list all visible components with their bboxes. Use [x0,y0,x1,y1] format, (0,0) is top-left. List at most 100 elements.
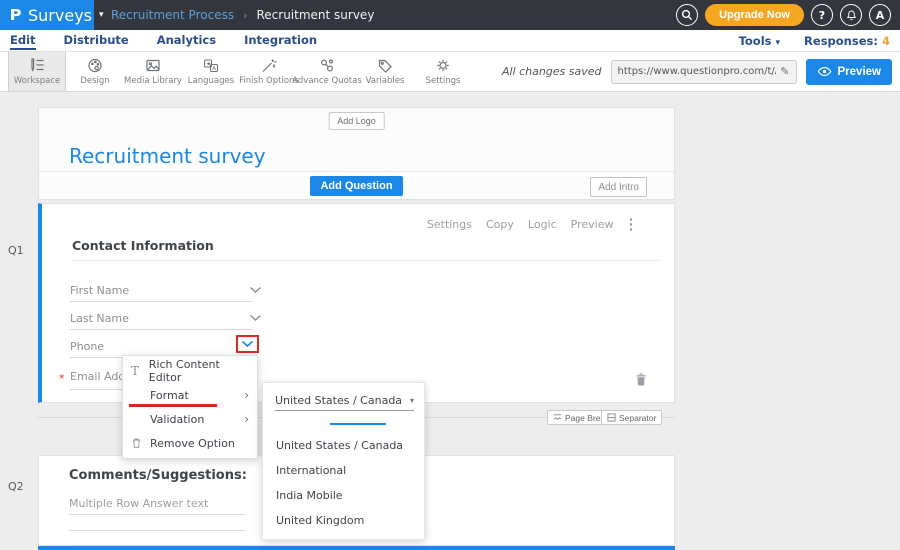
menu-item-format[interactable]: Format › [123,383,257,407]
required-asterisk: * [59,372,65,385]
phone-options-chevron-annotation[interactable] [236,335,259,353]
links-icon [318,57,336,74]
survey-title[interactable]: Recruitment survey [69,144,266,168]
menu-item-rich-content-editor[interactable]: T Rich Content Editor [123,359,257,383]
palette-icon [86,57,104,74]
surveys-menu[interactable]: P Surveys ▾ [0,0,94,30]
breadcrumb: Recruitment Process › Recruitment survey [111,0,374,30]
toolbar-item-media-library[interactable]: Media Library [124,52,182,91]
question-copy-link[interactable]: Copy [486,218,514,231]
preview-button[interactable]: Preview [806,59,892,85]
save-status: All changes saved [502,65,602,78]
wand-icon [260,57,278,74]
tab-analytics[interactable]: Analytics [157,31,216,50]
tag-icon [376,57,394,74]
field-underline [70,329,252,330]
tab-distribute[interactable]: Distribute [64,31,129,50]
toolbar-item-languages[interactable]: ★A Languages [182,52,240,91]
responses-link[interactable]: Responses: 4 [804,34,890,48]
text-format-icon: T [131,364,149,378]
separator-button[interactable]: Separator [601,410,662,425]
toolbar-item-workspace[interactable]: Workspace [8,52,66,91]
submenu-chevron-icon: › [244,388,249,402]
field-underline [70,301,252,302]
menu-item-remove-option[interactable]: Remove Option [123,431,257,455]
toolbar-item-design[interactable]: Design [66,52,124,91]
translate-icon: ★A [202,57,220,74]
help-icon[interactable]: ? [811,4,833,26]
survey-editor-canvas: Add Logo Recruitment survey Add Question… [0,92,900,550]
question-title-q1[interactable]: Contact Information [72,238,214,253]
survey-url-field: ✎ [611,60,797,84]
field-options-chevron-icon[interactable] [249,314,262,322]
separator-icon [607,413,616,422]
edit-url-icon[interactable]: ✎ [780,65,789,78]
responses-count: 4 [882,34,890,48]
breadcrumb-separator-icon: › [243,9,247,22]
workspace-icon [28,57,46,74]
active-tab-indicator [330,423,386,425]
tools-dropdown[interactable]: Tools ▾ [739,34,780,48]
toolbar-item-variables[interactable]: Variables [356,52,414,91]
chevron-down-icon: ▾ [410,397,414,405]
format-submenu-panel: United States / Canada ▾ United States /… [262,382,425,540]
field-label-first-name[interactable]: First Name [70,284,129,297]
divider [72,260,659,261]
top-bar: P Surveys ▾ Recruitment Process › Recrui… [0,0,900,30]
search-icon[interactable] [676,4,698,26]
survey-nav: Edit Distribute Analytics Integration To… [0,30,900,52]
chevron-down-icon: ▾ [776,38,781,48]
chevron-down-icon: ▾ [99,11,104,20]
field-options-context-menu: T Rich Content Editor Format › Validatio… [122,355,258,459]
format-select[interactable]: United States / Canada ▾ [275,391,414,411]
multirow-answer-placeholder[interactable]: Multiple Row Answer text [69,497,208,510]
breadcrumb-current: Recruitment survey [256,8,374,22]
format-option-united-kingdom[interactable]: United Kingdom [263,508,424,533]
add-logo-button[interactable]: Add Logo [328,112,385,130]
chevron-down-icon [241,340,254,348]
question-more-menu-icon[interactable] [628,216,635,233]
field-options-chevron-icon[interactable] [249,286,262,294]
toolbar-item-settings[interactable]: Settings [414,52,472,91]
add-intro-button[interactable]: Add Intro [590,177,647,197]
notifications-bell-icon[interactable] [840,4,862,26]
format-annotation-underline [129,404,217,407]
question-number-q1: Q1 [8,244,24,257]
svg-text:A: A [212,66,216,72]
next-question-selection-bar [38,546,675,550]
trash-icon [131,437,150,449]
field-label-phone[interactable]: Phone [70,340,104,353]
submenu-chevron-icon: › [244,412,249,426]
menu-item-validation[interactable]: Validation › [123,407,257,431]
question-title-q2[interactable]: Comments/Suggestions: [69,468,247,483]
format-option-us-canada[interactable]: United States / Canada [263,433,424,458]
format-option-international[interactable]: International [263,458,424,483]
add-question-button[interactable]: Add Question [310,176,402,196]
avatar[interactable]: A [869,4,891,26]
gear-icon [434,57,452,74]
toolbar-item-advance-quotas[interactable]: Advance Quotas [298,52,356,91]
edit-toolbar: Workspace Design Media Library ★A Langua… [0,52,900,92]
field-label-last-name[interactable]: Last Name [70,312,129,325]
question-logic-link[interactable]: Logic [528,218,557,231]
question-settings-link[interactable]: Settings [427,218,472,231]
toolbar-item-finish-options[interactable]: Finish Options [240,52,298,91]
question-preview-link[interactable]: Preview [571,218,614,231]
answer-underline [69,514,245,515]
breadcrumb-parent[interactable]: Recruitment Process [111,8,234,22]
answer-underline [69,530,245,531]
survey-header-card: Add Logo Recruitment survey Add Question… [38,107,675,200]
page-break-icon [553,413,562,422]
svg-text:★: ★ [206,62,211,68]
question-number-q2: Q2 [8,480,24,493]
product-name: Surveys [28,6,92,25]
image-icon [144,57,162,74]
upgrade-now-button[interactable]: Upgrade Now [705,4,804,26]
questionpro-logo-icon: P [9,6,21,24]
tab-integration[interactable]: Integration [244,31,317,50]
survey-url-input[interactable] [618,66,777,77]
format-option-india-mobile[interactable]: India Mobile [263,483,424,508]
tab-edit[interactable]: Edit [10,31,36,50]
eye-icon [817,66,832,77]
delete-field-trash-icon[interactable] [634,372,648,387]
